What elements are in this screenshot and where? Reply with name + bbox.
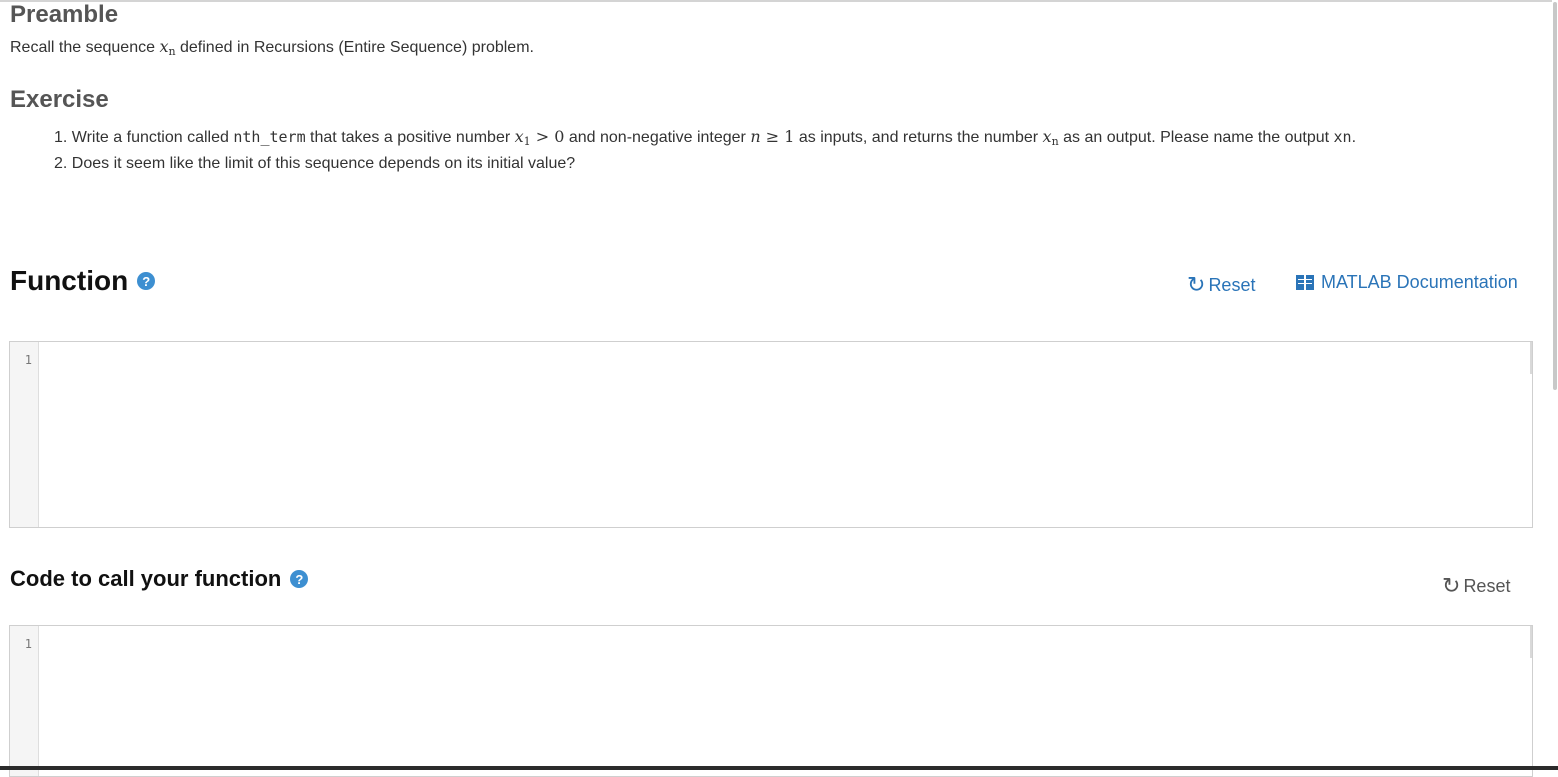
math-rest: ≥ 1 <box>760 127 795 146</box>
editor-scrollbar[interactable] <box>1530 626 1532 658</box>
math-sub: n <box>1051 135 1059 148</box>
item1-text-6: . <box>1351 129 1357 146</box>
function-heading-label: Function <box>10 265 129 296</box>
function-reset-label: Reset <box>1208 274 1256 295</box>
exercise-heading: Exercise <box>10 86 109 113</box>
math-x-n: xn <box>159 37 176 58</box>
page-scrollbar[interactable] <box>1552 0 1558 770</box>
matlab-documentation-label: MATLAB Documentation <box>1321 272 1518 292</box>
exercise-list: 1. Write a function called nth_term that… <box>54 126 1356 180</box>
question-circle-icon[interactable]: ? <box>137 272 156 290</box>
math-var: x <box>514 127 524 146</box>
call-code-editor[interactable]: 1 <box>9 625 1533 777</box>
refresh-icon: ↻ <box>1442 573 1461 598</box>
item1-text-2: that takes a positive number <box>305 129 515 146</box>
top-border <box>0 0 1558 2</box>
line-number-gutter: 1 <box>10 626 39 776</box>
item1-text-3: and non-negative integer <box>564 129 751 146</box>
matlab-documentation-link[interactable]: MATLAB Documentation <box>1296 272 1518 293</box>
math-x-n: xn <box>1042 127 1059 148</box>
line-number: 1 <box>24 353 32 367</box>
math-var: x <box>1042 127 1052 146</box>
bottom-border <box>0 766 1558 770</box>
line-number: 1 <box>24 637 32 651</box>
code-reset-button[interactable]: ↻ Reset <box>1442 575 1510 597</box>
line-number-gutter: 1 <box>10 342 39 527</box>
item1-text-4: as inputs, and returns the number <box>794 129 1043 146</box>
editor-scrollbar[interactable] <box>1530 342 1532 374</box>
math-sub: 1 <box>523 135 531 148</box>
math-x1-gt-0: x1 > 0 <box>514 127 565 148</box>
item1-text-1: 1. Write a function called <box>54 129 234 146</box>
math-sub: n <box>168 45 176 58</box>
item1-text-5: as an output. Please name the output <box>1058 129 1334 146</box>
function-code-editor[interactable]: 1 <box>9 341 1533 528</box>
function-name-code: nth_term <box>233 128 306 146</box>
exercise-item-1: 1. Write a function called nth_term that… <box>54 126 1356 153</box>
function-heading: Function ? <box>10 265 156 297</box>
book-icon <box>1296 275 1314 290</box>
question-circle-icon[interactable]: ? <box>290 570 309 588</box>
code-reset-label: Reset <box>1463 575 1511 596</box>
code-to-call-heading-label: Code to call your function <box>10 566 282 591</box>
code-to-call-heading: Code to call your function ? <box>10 566 309 592</box>
preamble-text: Recall the sequence xn defined in Recurs… <box>10 37 534 58</box>
math-rest: > 0 <box>530 127 565 146</box>
function-reset-button[interactable]: ↻ Reset <box>1187 274 1255 296</box>
preamble-heading: Preamble <box>10 1 119 28</box>
page-scrollbar-thumb[interactable] <box>1553 2 1557 390</box>
math-n-ge-1: n ≥ 1 <box>750 127 794 146</box>
exercise-item-2: 2. Does it seem like the limit of this s… <box>54 155 576 172</box>
refresh-icon: ↻ <box>1187 272 1206 297</box>
output-name-code: xn <box>1333 128 1352 146</box>
preamble-text-after: defined in Recursions (Entire Sequence) … <box>175 39 534 56</box>
preamble-text-before: Recall the sequence <box>10 39 160 56</box>
math-var: n <box>750 127 761 146</box>
